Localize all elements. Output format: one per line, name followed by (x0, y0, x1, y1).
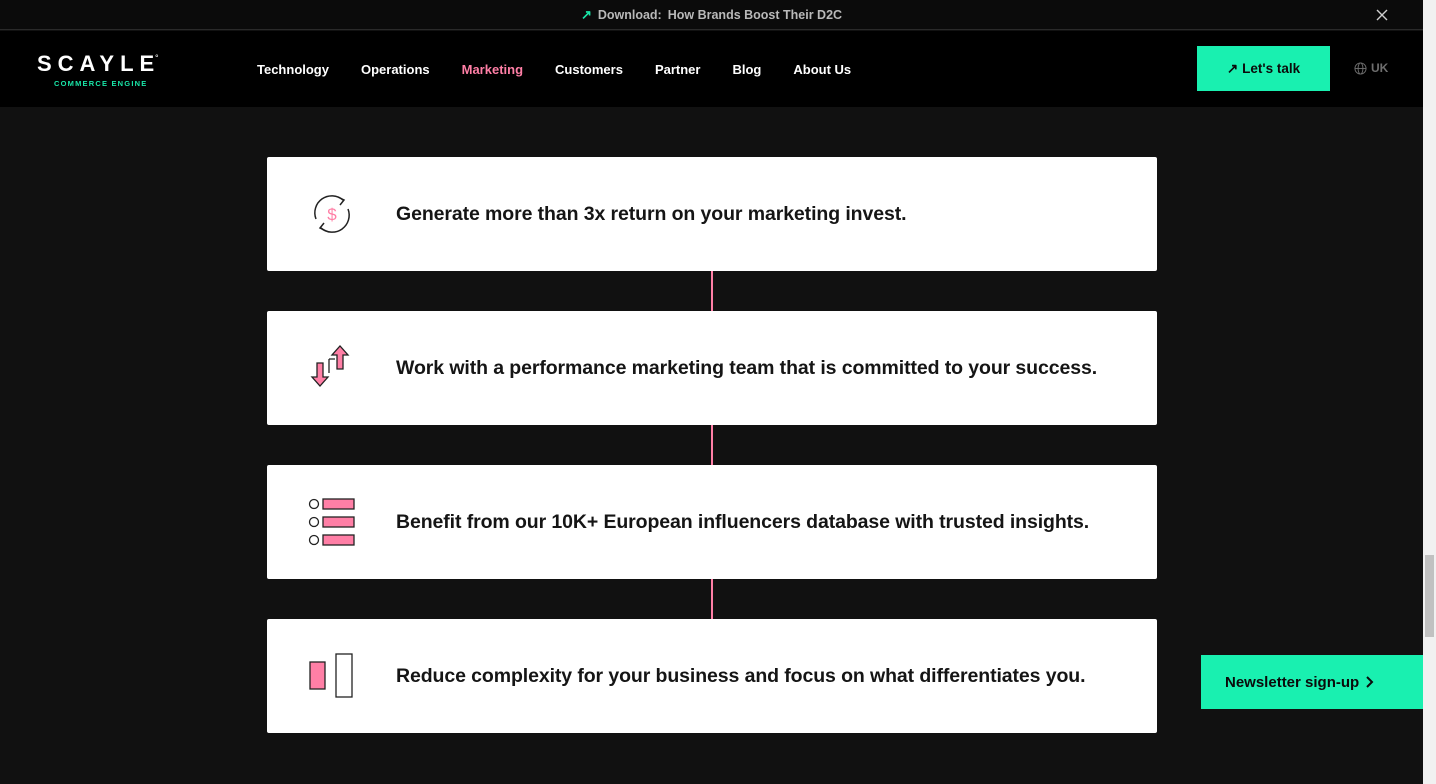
announcement-prefix: Download: (597, 7, 662, 22)
nav-item-partner[interactable]: Partner (639, 62, 717, 77)
nav-item-customers[interactable]: Customers (539, 62, 639, 77)
timeline-connector (711, 425, 713, 465)
announcement-bar: ↗ Download: How Brands Boost Their D2C (0, 0, 1423, 30)
nav-item-technology[interactable]: Technology (241, 62, 345, 77)
feature-text: Generate more than 3x return on your mar… (396, 202, 907, 225)
arrow-up-right-icon: ↗ (1226, 60, 1239, 76)
nav-item-about-us[interactable]: About Us (777, 62, 867, 77)
scayle-logo[interactable]: SCAYLE COMMERCE ENGINE ° (37, 51, 167, 91)
logo-subtitle: COMMERCE ENGINE (54, 79, 148, 88)
feature-card: Benefit from our 10K+ European influence… (267, 465, 1157, 579)
arrow-up-right-icon: ↗ (580, 6, 592, 22)
main-nav: Technology Operations Marketing Customer… (241, 31, 867, 107)
language-selector[interactable]: UK (1354, 61, 1388, 75)
page-scrollbar[interactable] (1423, 0, 1436, 784)
list-database-icon (308, 498, 355, 546)
feature-text: Reduce complexity for your business and … (396, 664, 1086, 687)
feature-card: Reduce complexity for your business and … (267, 619, 1157, 733)
up-down-arrows-icon (310, 345, 350, 387)
nav-item-blog[interactable]: Blog (716, 62, 777, 77)
timeline-connector (711, 579, 713, 619)
site-header: SCAYLE COMMERCE ENGINE ° Technology Oper… (0, 31, 1423, 107)
nav-item-marketing[interactable]: Marketing (446, 62, 539, 77)
announcement-text: How Brands Boost Their D2C (667, 7, 843, 22)
lets-talk-button[interactable]: ↗ Let's talk (1197, 46, 1330, 91)
logo-wordmark: SCAYLE (37, 51, 161, 76)
chevron-right-icon (1366, 676, 1374, 688)
feature-text: Benefit from our 10K+ European influence… (396, 510, 1090, 533)
newsletter-signup-button[interactable]: Newsletter sign-up (1201, 655, 1423, 709)
globe-icon (1354, 61, 1367, 75)
svg-text:$: $ (327, 205, 337, 224)
announcement-link[interactable]: ↗ Download: How Brands Boost Their D2C (581, 7, 842, 23)
timeline-connector (711, 271, 713, 311)
close-icon[interactable] (1375, 8, 1389, 22)
newsletter-label: Newsletter sign-up (1225, 673, 1360, 691)
scrollbar-thumb[interactable] (1425, 555, 1434, 637)
lets-talk-label: Let's talk (1242, 61, 1301, 76)
page: ↗ Download: How Brands Boost Their D2C S… (0, 0, 1436, 784)
language-label: UK (1371, 61, 1389, 75)
logo-degree-mark: ° (155, 53, 159, 63)
feature-card: $ Generate more than 3x return on your m… (267, 157, 1157, 271)
focus-bars-icon (309, 653, 353, 698)
nav-item-operations[interactable]: Operations (345, 62, 446, 77)
feature-text: Work with a performance marketing team t… (396, 356, 1098, 379)
feature-card: Work with a performance marketing team t… (267, 311, 1157, 425)
dollar-cycle-icon: $ (314, 195, 350, 233)
